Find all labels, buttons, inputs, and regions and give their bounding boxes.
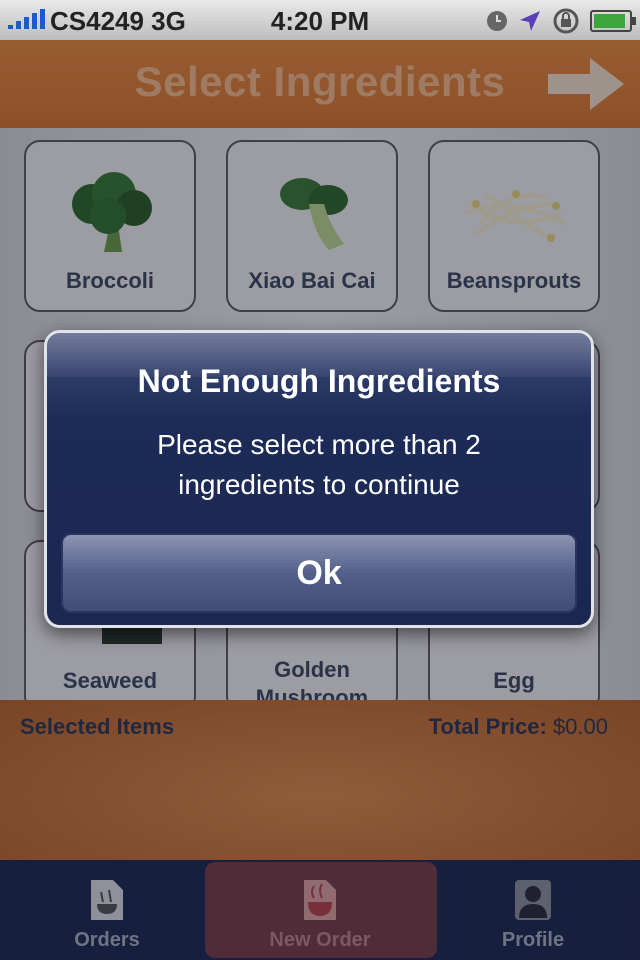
alert-dialog: Not Enough Ingredients Please select mor…: [44, 330, 594, 628]
rotation-lock-icon: [553, 8, 579, 34]
clock-icon: [487, 11, 507, 31]
alert-title: Not Enough Ingredients: [137, 363, 501, 399]
battery-icon: [590, 10, 636, 32]
location-icon: [520, 11, 540, 31]
alert-message: Please select more than 2 ingredients to…: [157, 429, 481, 500]
status-bar: CS4249 3G 4:20 PM: [0, 0, 640, 40]
ok-button[interactable]: Ok: [61, 533, 577, 613]
